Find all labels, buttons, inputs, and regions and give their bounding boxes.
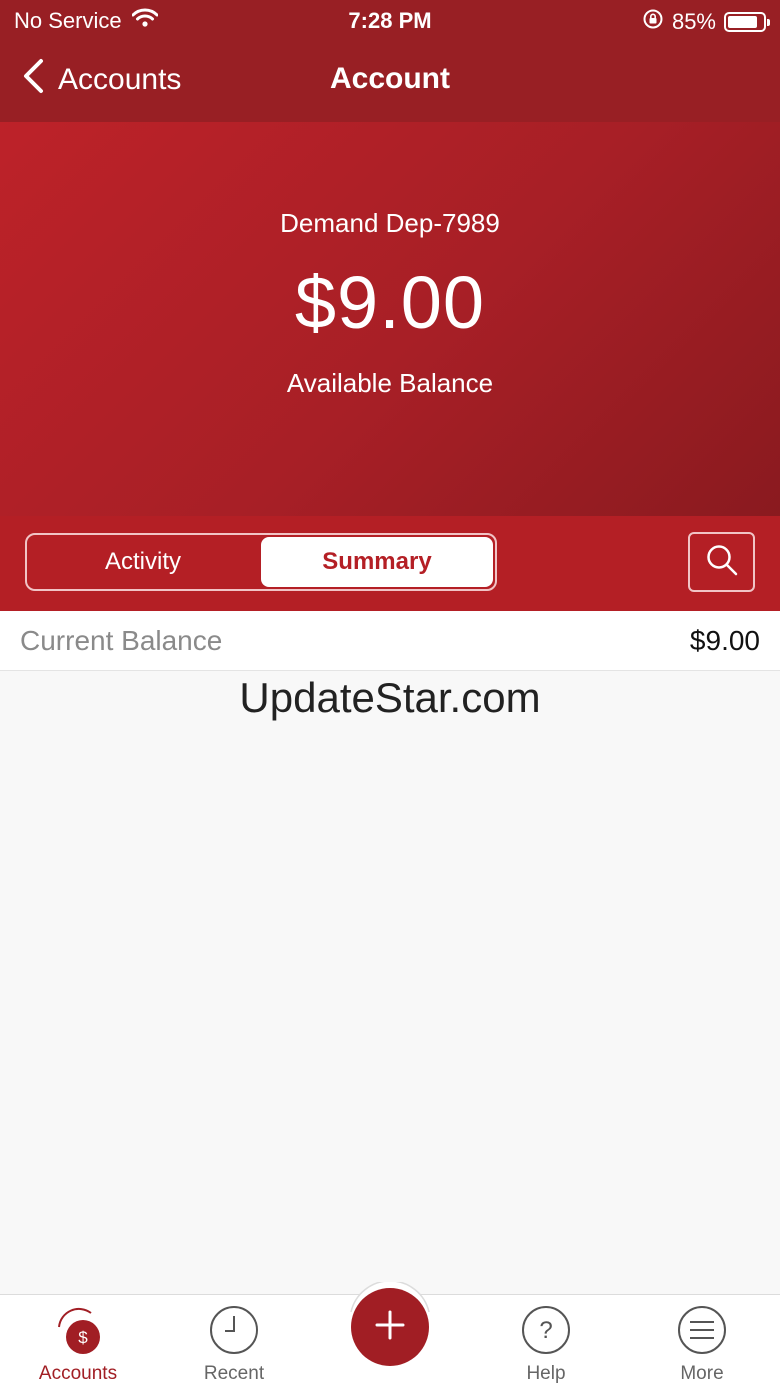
menu-icon <box>677 1305 727 1355</box>
current-balance-value: $9.00 <box>689 625 760 656</box>
question-icon: ? <box>521 1305 571 1355</box>
accounts-dollar-icon: $ <box>53 1305 103 1355</box>
tab-accounts-label: Accounts <box>38 1363 118 1384</box>
summary-row-current-balance: Current Balance $9.00 <box>0 611 780 671</box>
available-balance-label: Available Balance <box>286 368 494 398</box>
segmented-control: Activity Summary <box>25 533 497 591</box>
tab-recent[interactable]: Recent <box>156 1295 312 1387</box>
search-button[interactable] <box>688 532 755 592</box>
svg-text:?: ? <box>539 1317 552 1344</box>
tab-help-label: Help <box>526 1363 566 1384</box>
account-name: Demand Dep-7989 <box>280 208 500 238</box>
tab-accounts[interactable]: $ Accounts <box>0 1295 156 1387</box>
header: No Service 7:28 PM 85% Accounts Account <box>0 0 780 122</box>
watermark: UpdateStar.com <box>239 674 541 721</box>
page-title: Account <box>330 62 450 95</box>
battery-percent: 85% <box>671 9 716 34</box>
tab-more[interactable]: More <box>624 1295 780 1387</box>
rotation-lock-icon <box>642 8 664 36</box>
available-balance-amount: $9.00 <box>294 261 486 344</box>
svg-text:$: $ <box>78 1328 88 1347</box>
plus-icon <box>374 1309 406 1346</box>
status-bar: No Service 7:28 PM 85% <box>0 0 780 40</box>
tab-help[interactable]: ? Help <box>468 1295 624 1387</box>
navigation-bar: Accounts Account <box>0 52 780 112</box>
fab-container <box>345 1282 435 1372</box>
tab-more-label: More <box>680 1363 724 1384</box>
add-button[interactable] <box>351 1288 429 1366</box>
tab-summary[interactable]: Summary <box>261 537 493 587</box>
tab-recent-label: Recent <box>203 1363 265 1384</box>
current-balance-label: Current Balance <box>20 625 223 656</box>
balance-hero: Demand Dep-7989 $9.00 Available Balance <box>0 122 780 516</box>
tab-activity[interactable]: Activity <box>27 535 259 589</box>
clock-icon <box>209 1305 259 1355</box>
search-icon <box>704 542 740 583</box>
battery-icon <box>724 12 770 32</box>
segment-bar: Activity Summary <box>0 516 780 611</box>
